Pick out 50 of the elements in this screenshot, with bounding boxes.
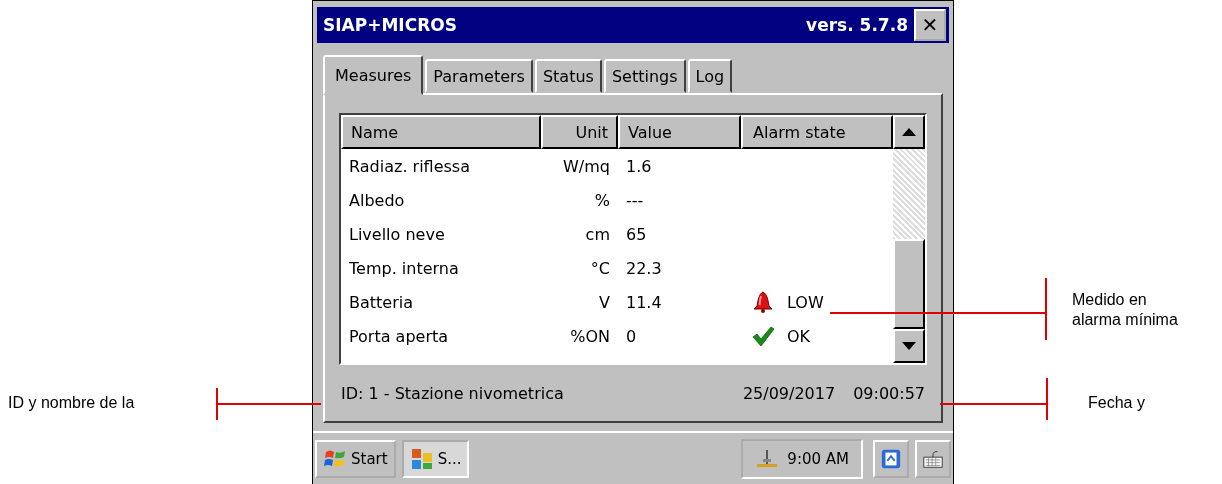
column-header[interactable]: Name: [341, 115, 541, 149]
column-header[interactable]: Unit: [541, 115, 618, 149]
scroll-down-icon[interactable]: [902, 342, 916, 351]
annotation-label: ID y nombre de la: [8, 394, 135, 412]
keyboard-button[interactable]: [915, 439, 951, 478]
table-cell-text: Batteria: [348, 292, 414, 312]
bell-icon: [751, 290, 775, 314]
taskbar-app-button[interactable]: S...: [401, 439, 470, 478]
checkmark-icon: [751, 324, 775, 348]
tab[interactable]: Measures: [323, 55, 424, 95]
close-button[interactable]: ✕: [914, 9, 946, 41]
window-switch-icon: [880, 447, 902, 470]
annotation-label: Fecha y: [1088, 394, 1145, 412]
table-cell-text: V: [598, 292, 611, 312]
table-cell-text: Albedo: [348, 190, 406, 210]
version-label: vers. 5.7.8: [806, 15, 908, 35]
table-cell-text: Livello neve: [348, 224, 446, 244]
scrollbar[interactable]: [893, 115, 925, 364]
table-cell-text: W/mq: [562, 156, 611, 176]
table-cell-text: 1.6: [625, 156, 653, 176]
time-label: 09:00:57: [853, 383, 925, 403]
scroll-up-icon[interactable]: [902, 128, 916, 136]
table-cell-text: %ON: [569, 326, 611, 346]
window-title: SIAP+MICROS: [323, 15, 457, 35]
table-cell-text: %: [593, 190, 611, 210]
app-icon: [409, 446, 434, 471]
table-cell-text: 0: [625, 326, 638, 346]
tab[interactable]: Log: [687, 59, 733, 93]
table-cell-text: °C: [589, 258, 611, 278]
table-cell-text: Radiaz. riflessa: [348, 156, 471, 176]
alarm-state: OK: [787, 326, 811, 346]
tab[interactable]: Status: [534, 59, 602, 93]
tab[interactable]: Settings: [603, 59, 686, 93]
tab[interactable]: Parameters: [425, 59, 533, 93]
table-cell-text: cm: [584, 224, 611, 244]
alarm-state: LOW: [787, 292, 824, 312]
desktop-button[interactable]: [873, 439, 909, 478]
column-header[interactable]: Value: [618, 115, 741, 149]
table-cell-text: 22.3: [625, 258, 663, 278]
table-cell-text: Porta aperta: [348, 326, 450, 346]
table-cell-text: 65: [625, 224, 648, 244]
clock[interactable]: 9:00 AM: [787, 449, 849, 468]
table-cell-text: ---: [625, 190, 645, 210]
annotation-label: Medido en alarma mínima: [1072, 290, 1179, 330]
column-header[interactable]: Alarm state: [741, 115, 893, 149]
table-cell-text: 11.4: [625, 292, 663, 312]
station-label: ID: 1 - Stazione nivometrica: [341, 383, 564, 403]
start-button[interactable]: Start: [315, 439, 396, 478]
date-label: 25/09/2017: [742, 383, 836, 403]
table-cell-text: Temp. interna: [348, 258, 460, 278]
